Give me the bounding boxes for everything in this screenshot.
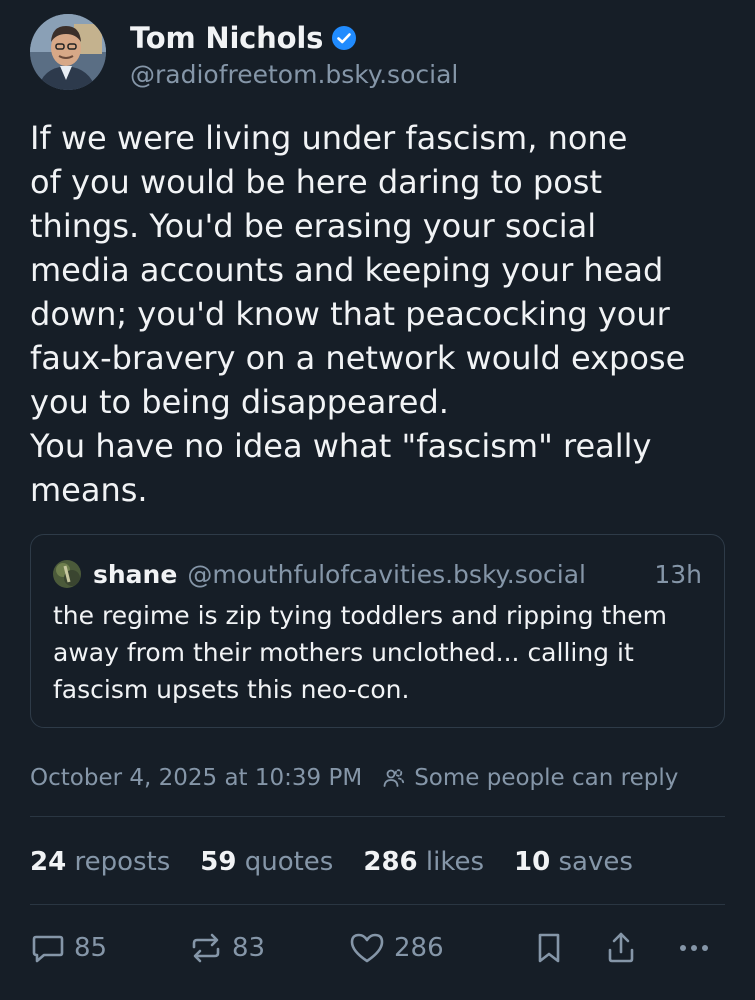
display-name-row: Tom Nichols: [130, 16, 458, 60]
more-options-button[interactable]: [676, 930, 712, 966]
reposts-label: reposts: [74, 847, 171, 877]
post-meta: October 4, 2025 at 10:39 PM Some people …: [30, 758, 678, 798]
divider: [30, 904, 725, 905]
author-display-name[interactable]: Tom Nichols: [130, 21, 323, 55]
bookmark-button[interactable]: [532, 930, 566, 966]
reposts-stat[interactable]: 24 reposts: [30, 847, 170, 877]
saves-stat: 10 saves: [514, 847, 633, 877]
quotes-label: quotes: [244, 847, 334, 877]
ellipsis-icon: [676, 930, 712, 966]
reposts-count: 24: [30, 847, 67, 877]
like-count: 286: [394, 933, 444, 963]
share-icon: [604, 930, 638, 966]
author-handle[interactable]: @radiofreetom.bsky.social: [130, 60, 458, 89]
author-avatar[interactable]: [30, 14, 106, 90]
share-button[interactable]: [604, 930, 638, 966]
likes-stat[interactable]: 286 likes: [363, 847, 484, 877]
speech-bubble-icon: [30, 930, 66, 966]
quoted-post-header: shane @mouthfulofcavities.bsky.social 13…: [53, 557, 702, 591]
quoted-author-avatar: [53, 560, 81, 588]
reply-count: 85: [74, 933, 108, 963]
quotes-count: 59: [200, 847, 237, 877]
bookmark-icon: [532, 930, 566, 966]
quoted-post-text: the regime is zip tying toddlers and rip…: [53, 601, 667, 704]
author-names: Tom Nichols @radiofreetom.bsky.social: [130, 16, 458, 89]
likes-label: likes: [425, 847, 485, 877]
quoted-post-time: 13h: [654, 559, 702, 589]
quoted-author-name: shane: [93, 559, 178, 589]
reply-setting[interactable]: Some people can reply: [414, 765, 678, 791]
saves-label: saves: [558, 847, 633, 877]
post-timestamp: October 4, 2025 at 10:39 PM: [30, 765, 363, 791]
repost-arrows-icon: [188, 930, 224, 966]
quotes-stat[interactable]: 59 quotes: [200, 847, 333, 877]
post-stats: 24 reposts 59 quotes 286 likes 10 saves: [30, 840, 663, 884]
verified-check-icon[interactable]: [331, 25, 357, 51]
post-view: Tom Nichols @radiofreetom.bsky.social If…: [0, 0, 755, 1000]
people-icon: [382, 766, 406, 790]
likes-count: 286: [363, 847, 418, 877]
like-button[interactable]: 286: [348, 930, 444, 966]
post-text: If we were living under fascism, none of…: [30, 119, 686, 509]
quoted-author-handle: @mouthfulofcavities.bsky.social: [187, 559, 586, 589]
reply-button[interactable]: 85: [30, 930, 107, 966]
quoted-post[interactable]: shane @mouthfulofcavities.bsky.social 13…: [30, 534, 725, 728]
repost-count: 83: [232, 933, 266, 963]
heart-icon: [348, 930, 386, 966]
post-header: Tom Nichols @radiofreetom.bsky.social: [30, 14, 458, 90]
saves-count: 10: [514, 847, 551, 877]
post-actions: 85 83 286: [30, 924, 725, 972]
repost-button[interactable]: 83: [188, 930, 265, 966]
divider: [30, 816, 725, 817]
